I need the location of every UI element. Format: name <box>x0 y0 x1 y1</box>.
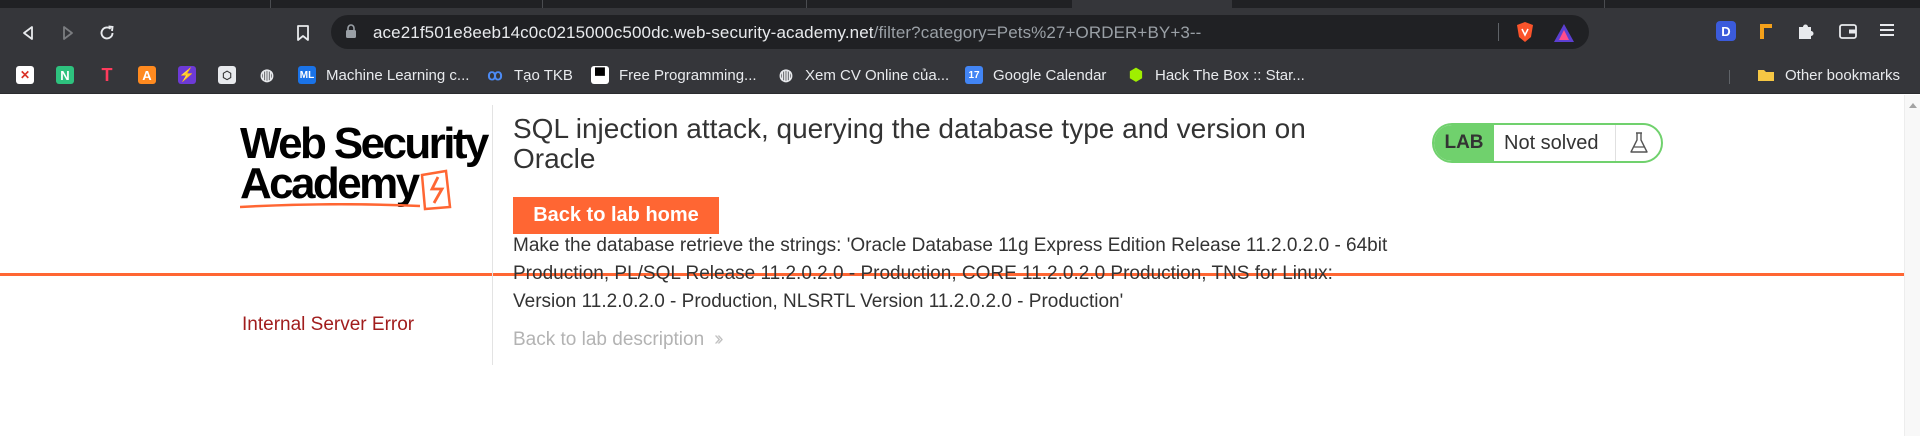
bookmark-page-button[interactable] <box>289 19 317 47</box>
bookmark-item[interactable]: ◍ Xem CV Online của... <box>777 63 949 87</box>
back-to-lab-description-link[interactable]: Back to lab description ›› <box>513 328 724 351</box>
globe-icon: ◍ <box>779 67 793 84</box>
hamburger-menu-icon <box>1880 24 1894 36</box>
reload-icon <box>100 25 114 40</box>
lightning-icon: ⚡ <box>178 66 196 84</box>
page-scrollbar[interactable] <box>1904 95 1920 436</box>
brave-shield-icon[interactable] <box>1515 21 1535 43</box>
bookmark-item[interactable]: N <box>56 63 74 87</box>
bookmark-label: Xem CV Online của... <box>805 66 950 84</box>
forward-arrow-icon <box>63 26 73 40</box>
bookmark-item[interactable]: ✕ <box>16 63 34 87</box>
puzzle-icon <box>1799 24 1814 39</box>
d-extension-icon: D <box>1716 21 1736 41</box>
bookmark-item[interactable]: ▀ Free Programming... <box>591 63 757 87</box>
extension-ruler-button[interactable] <box>1756 21 1778 43</box>
n-app-icon: N <box>56 66 74 84</box>
htb-icon: ⬢ <box>1129 67 1143 84</box>
tab-divider <box>1604 0 1605 8</box>
bookmarks-divider <box>1729 70 1730 84</box>
bookmark-label: Free Programming... <box>619 66 757 84</box>
back-button[interactable] <box>14 19 42 47</box>
bookmark-item[interactable]: T <box>98 63 116 87</box>
back-to-lab-home-button[interactable]: Back to lab home <box>513 197 719 234</box>
bookmark-label: Hack The Box :: Star... <box>1155 66 1305 84</box>
vertical-separator <box>492 105 493 365</box>
t-app-icon: T <box>101 64 113 85</box>
bookmarks-bar: ✕ N T A ⚡ ⬡ ◍ ML Machine Learning c... ꝏ… <box>0 56 1920 94</box>
bookmark-favicon: ML <box>298 66 316 84</box>
tab-strip <box>0 0 1920 8</box>
back-arrow-icon <box>23 26 33 40</box>
other-bookmarks-label: Other bookmarks <box>1785 66 1901 84</box>
page-content: Web Security Academy SQL injection attac… <box>0 95 1920 436</box>
double-chevron-right-icon: ›› <box>714 328 724 350</box>
lab-description: Make the database retrieve the strings: … <box>513 235 1388 312</box>
ruler-extension-icon <box>1760 24 1772 39</box>
browser-menu-button[interactable] <box>1878 21 1900 43</box>
bookmark-item[interactable]: ML Machine Learning c... <box>298 63 469 87</box>
url-path: /filter?category=Pets%27+ORDER+BY+3-- <box>873 23 1202 42</box>
globe-icon: ◍ <box>260 67 274 84</box>
bookmark-item[interactable]: 17 Google Calendar <box>965 63 1106 87</box>
bookmark-item[interactable]: ⬡ <box>218 63 236 87</box>
wallet-button[interactable] <box>1838 21 1860 43</box>
forward-button[interactable] <box>54 19 82 47</box>
back-to-lab-description-label: Back to lab description <box>513 328 705 350</box>
bookmark-favicon: ▀ <box>591 66 609 84</box>
a-app-icon: A <box>138 66 156 84</box>
address-bar[interactable]: ace21f501e8eeb14c0c0215000c500dc.web-sec… <box>331 15 1589 49</box>
bookmark-item[interactable]: ◍ <box>258 63 276 87</box>
wallet-icon <box>1839 24 1857 39</box>
logo-lightning-icon <box>420 169 452 211</box>
flask-icon <box>1615 125 1661 161</box>
tab-divider <box>542 0 543 8</box>
bookmark-label: Google Calendar <box>993 66 1107 84</box>
logo-line2: Academy <box>240 159 420 208</box>
extension-d-button[interactable]: D <box>1716 21 1738 43</box>
academy-logo[interactable]: Web Security Academy <box>240 122 490 212</box>
tab-divider <box>270 0 271 8</box>
lab-title: SQL injection attack, querying the datab… <box>513 113 1306 174</box>
other-bookmarks-folder[interactable]: Other bookmarks <box>1757 63 1900 87</box>
extensions-menu-button[interactable] <box>1796 21 1818 43</box>
browser-toolbar: ace21f501e8eeb14c0c0215000c500dc.web-sec… <box>0 8 1920 56</box>
lab-status-widget: LAB Not solved <box>1432 123 1663 163</box>
bookmark-star-icon <box>297 25 309 41</box>
scroll-up-arrow-icon[interactable] <box>1909 103 1917 108</box>
lab-status-text: Not solved <box>1504 131 1599 154</box>
url-text: ace21f501e8eeb14c0c0215000c500dc.web-sec… <box>373 23 1201 43</box>
bookmark-favicon: ꝏ <box>487 67 503 84</box>
logo-underline <box>240 203 420 209</box>
gmail-x-icon: ✕ <box>16 66 34 84</box>
calendar-icon: 17 <box>965 66 983 84</box>
active-tab[interactable] <box>1072 0 1232 8</box>
lab-badge: LAB <box>1434 125 1494 161</box>
bookmark-item[interactable]: A <box>138 63 156 87</box>
bookmark-label: Machine Learning c... <box>326 66 470 84</box>
brave-rewards-icon[interactable] <box>1553 23 1575 43</box>
bookmark-item[interactable]: ⬢ Hack The Box :: Star... <box>1127 63 1305 87</box>
bookmark-item[interactable]: ⚡ <box>178 63 196 87</box>
folder-icon <box>1757 66 1775 84</box>
tab-divider <box>806 0 807 8</box>
nodejs-icon: ⬡ <box>218 66 236 84</box>
error-message: Internal Server Error <box>242 314 415 335</box>
reload-button[interactable] <box>93 19 121 47</box>
omnibox-divider <box>1498 23 1499 41</box>
bookmark-label: Tạo TKB <box>514 66 573 84</box>
lock-icon <box>346 24 356 38</box>
url-host: ace21f501e8eeb14c0c0215000c500dc.web-sec… <box>373 23 874 42</box>
bookmark-item[interactable]: ꝏ Tạo TKB <box>486 63 573 87</box>
